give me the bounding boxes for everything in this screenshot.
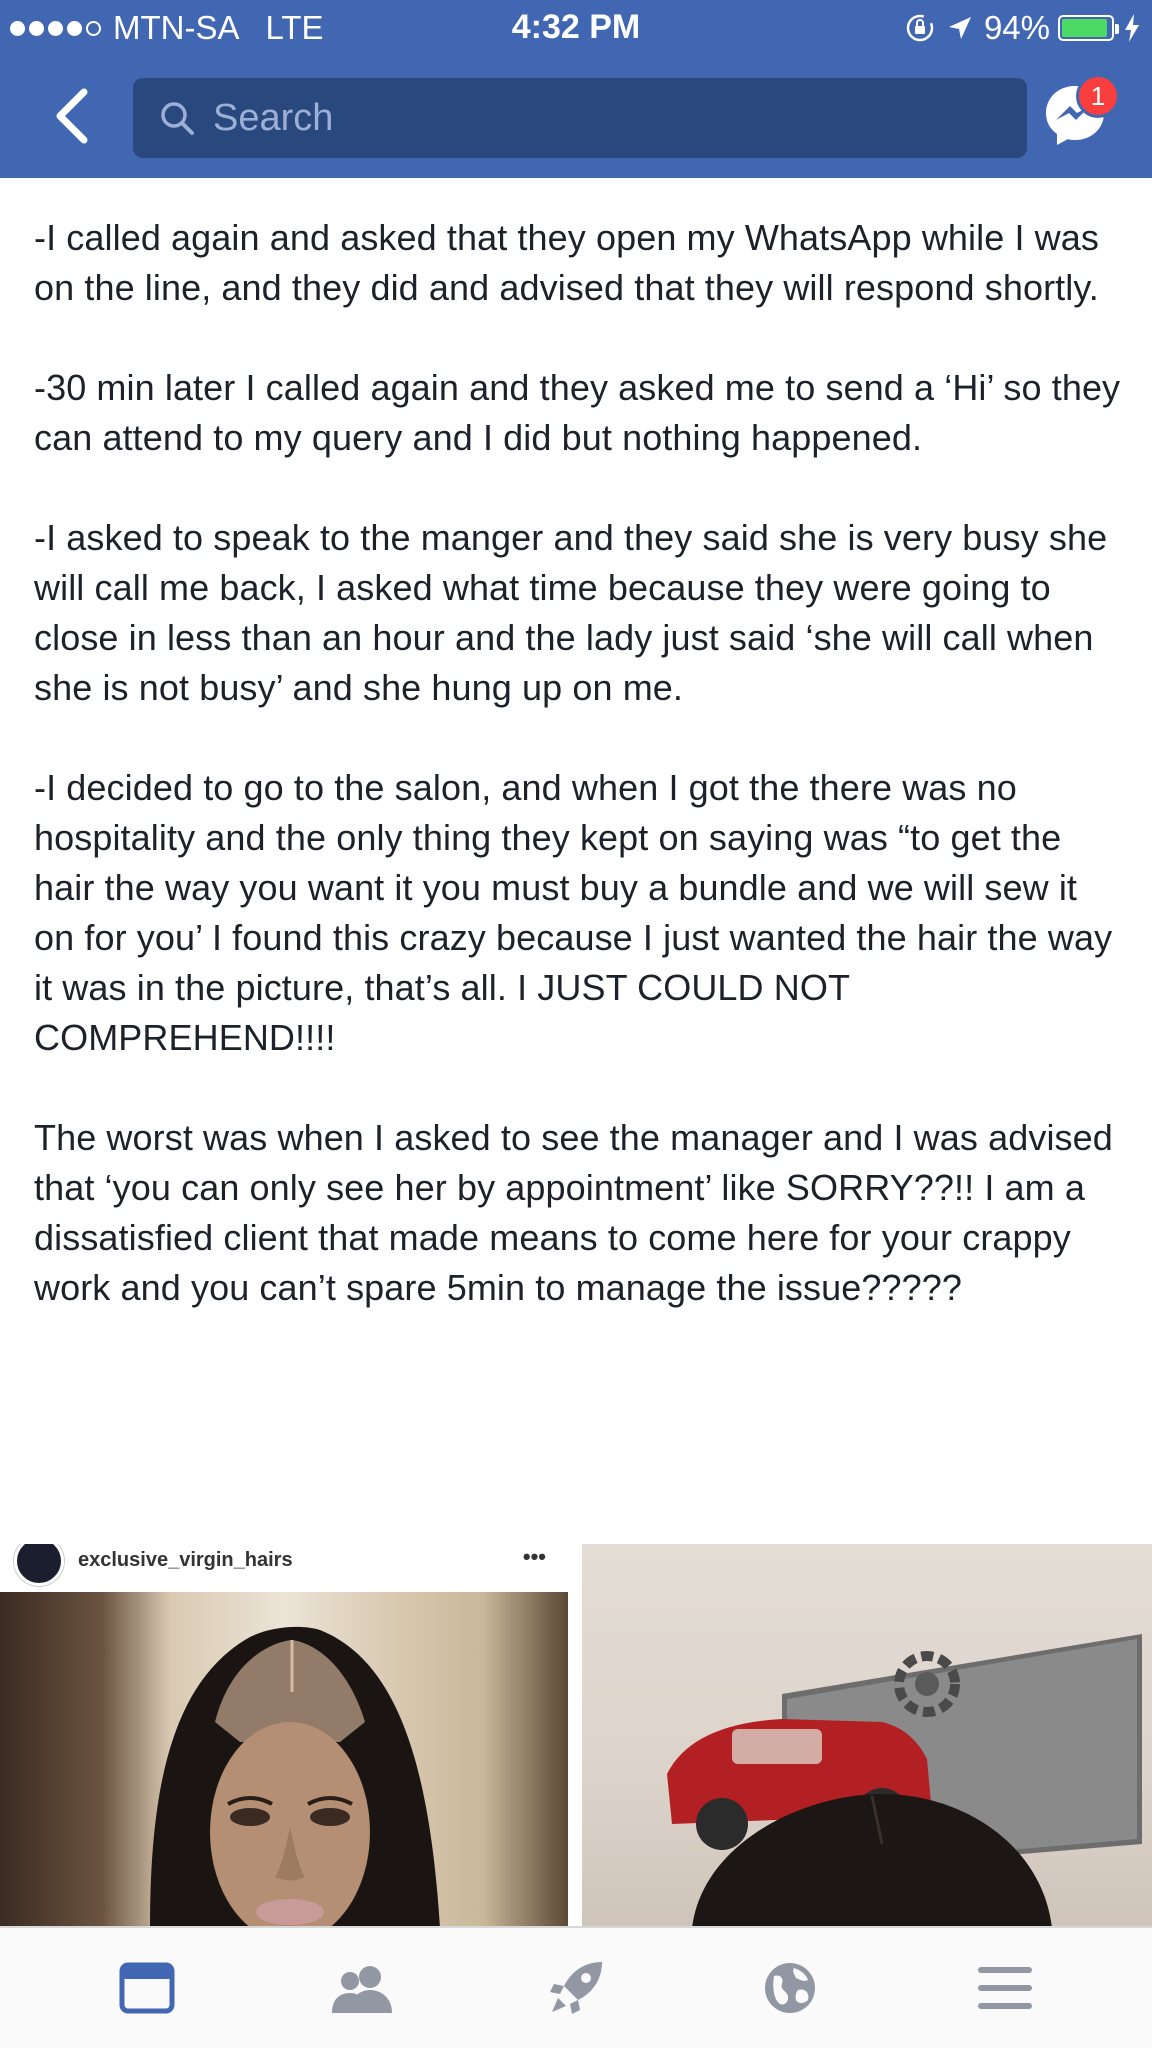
status-right: 94% xyxy=(904,8,1142,48)
app-header: MTN-SA LTE 4:32 PM 94% Search 1 xyxy=(0,0,1152,178)
menu-icon xyxy=(977,1967,1032,2009)
nav-bar: 1 xyxy=(0,58,1152,178)
back-button[interactable] xyxy=(44,84,104,148)
instagram-header: exclusive_virgin_hairs ••• xyxy=(0,1544,568,1592)
messenger-badge: 1 xyxy=(1076,74,1120,118)
post-paragraph: -30 min later I called again and they as… xyxy=(34,367,1121,458)
photo-instagram-wig[interactable]: exclusive_virgin_hairs ••• xyxy=(0,1544,568,1928)
status-bar: MTN-SA LTE 4:32 PM 94% xyxy=(0,0,1152,58)
bottom-tab-bar xyxy=(0,1926,1152,2048)
explore-icon xyxy=(549,1962,602,2014)
post-paragraph: -I called again and asked that they open… xyxy=(34,217,1099,308)
tab-news-feed[interactable] xyxy=(92,1938,202,2038)
tab-notifications[interactable] xyxy=(735,1938,845,2038)
post-paragraph: -I decided to go to the salon, and when … xyxy=(34,767,1113,1058)
search-input[interactable] xyxy=(213,96,993,140)
charging-bolt-icon xyxy=(1125,14,1139,42)
post-paragraph: The worst was when I asked to see the ma… xyxy=(34,1117,1113,1308)
rotation-lock-icon xyxy=(906,14,934,42)
post-photos: exclusive_virgin_hairs ••• xyxy=(0,1544,1152,1928)
battery-icon xyxy=(1058,15,1119,41)
tab-menu[interactable] xyxy=(950,1938,1060,2038)
location-arrow-icon xyxy=(948,17,971,39)
search-box[interactable] xyxy=(133,78,1027,158)
more-options-icon: ••• xyxy=(522,1544,546,1569)
tab-explore[interactable] xyxy=(521,1938,631,2038)
instagram-username: exclusive_virgin_hairs xyxy=(78,1548,293,1571)
avatar xyxy=(14,1544,64,1586)
photo-selfie[interactable] xyxy=(582,1544,1152,1928)
wig-mannequin-image xyxy=(0,1592,568,1928)
post-paragraph: -I asked to speak to the manger and they… xyxy=(34,517,1108,708)
notifications-globe-icon xyxy=(765,1963,816,2013)
chevron-left-icon xyxy=(56,88,88,144)
tab-friends[interactable] xyxy=(307,1938,417,2038)
search-icon xyxy=(161,102,194,135)
battery-percent: 94% xyxy=(983,9,1050,46)
friends-icon xyxy=(331,1966,392,2013)
news-feed-icon xyxy=(119,1962,175,2014)
post-body: -I called again and asked that they open… xyxy=(34,213,1124,1313)
